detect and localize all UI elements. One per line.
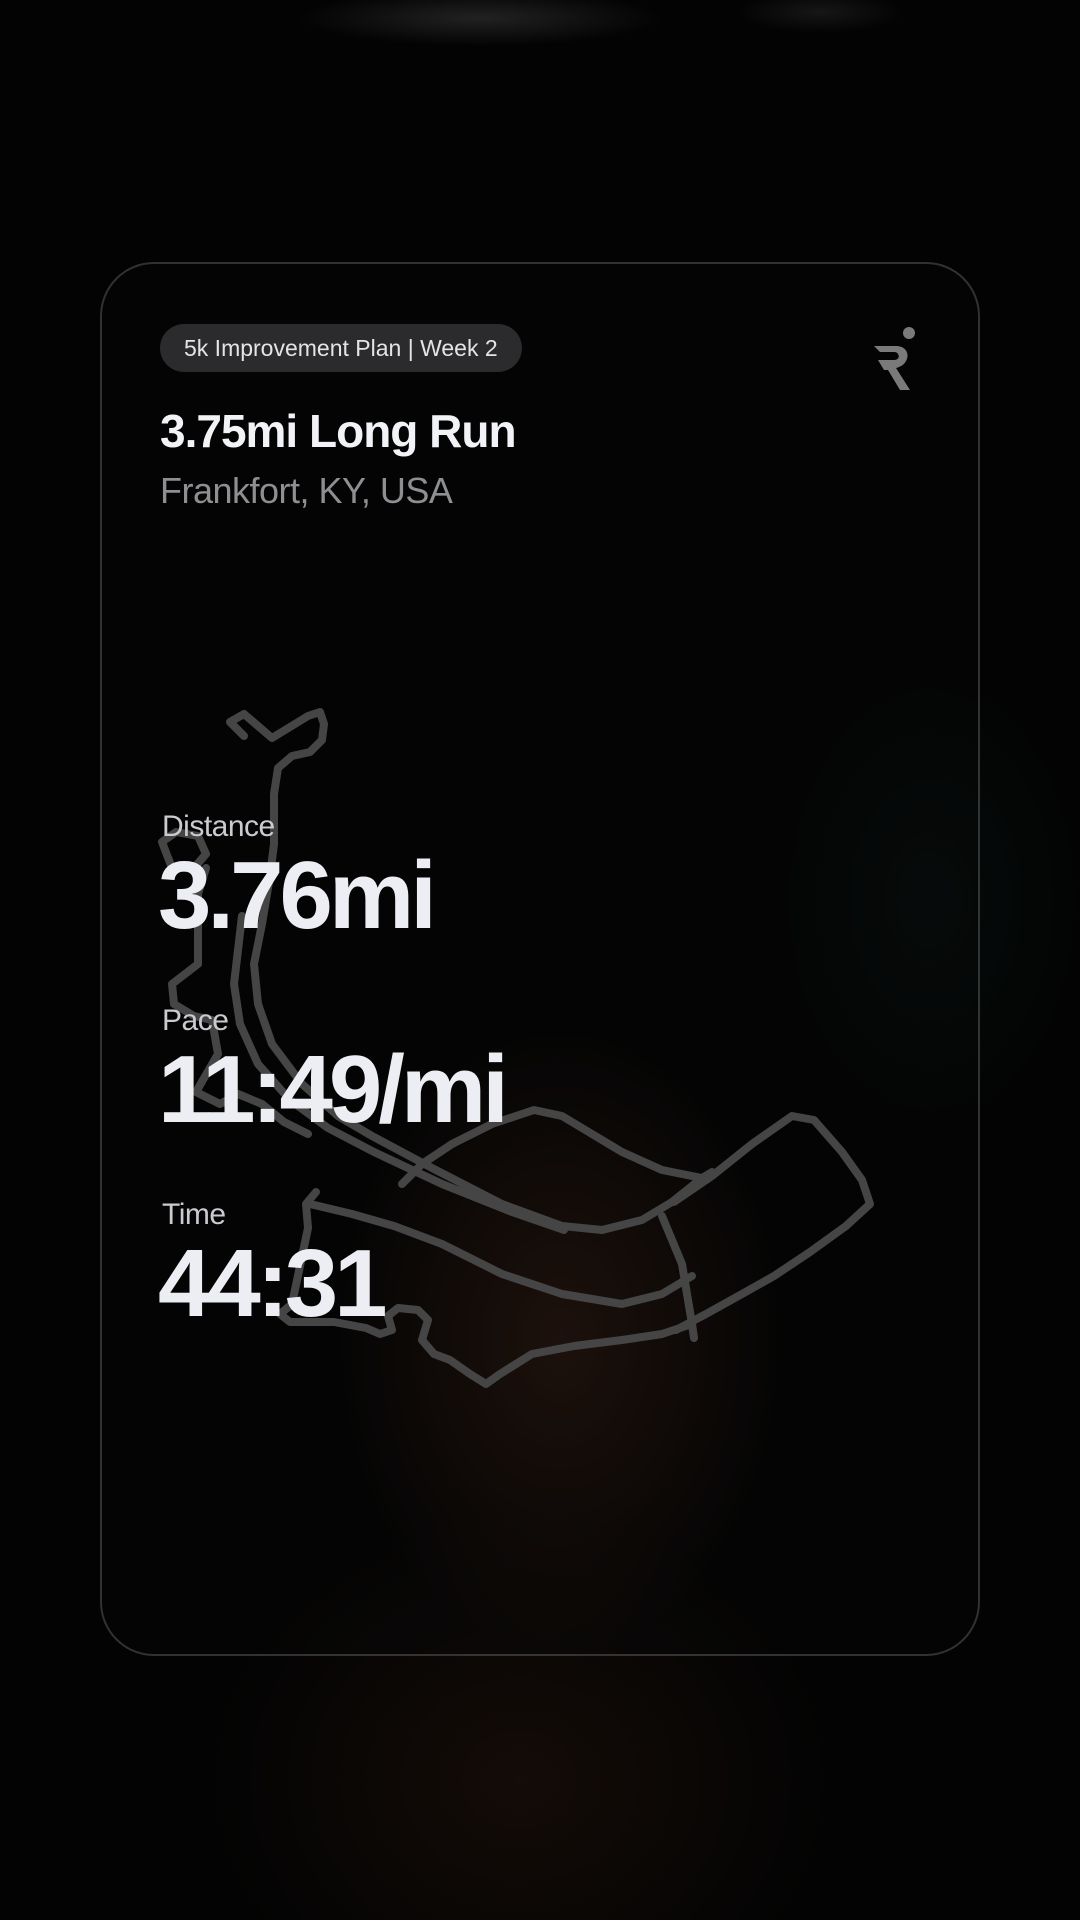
run-location: Frankfort, KY, USA	[160, 470, 453, 511]
distance-value: 3.76mi	[158, 842, 437, 949]
run-summary-card: 5k Improvement Plan | Week 2 3.75mi Long…	[100, 262, 980, 1656]
pace-value: 11:49/mi	[158, 1036, 509, 1143]
share-screen: 5k Improvement Plan | Week 2 3.75mi Long…	[0, 0, 1080, 1920]
run-title: 3.75mi Long Run	[160, 405, 517, 457]
time-value: 44:31	[158, 1230, 388, 1337]
pace-label: Pace	[162, 1004, 229, 1037]
training-plan-badge: 5k Improvement Plan | Week 2	[160, 324, 522, 372]
time-label: Time	[162, 1198, 226, 1231]
distance-label: Distance	[162, 810, 275, 843]
runna-logo-icon	[874, 327, 915, 390]
